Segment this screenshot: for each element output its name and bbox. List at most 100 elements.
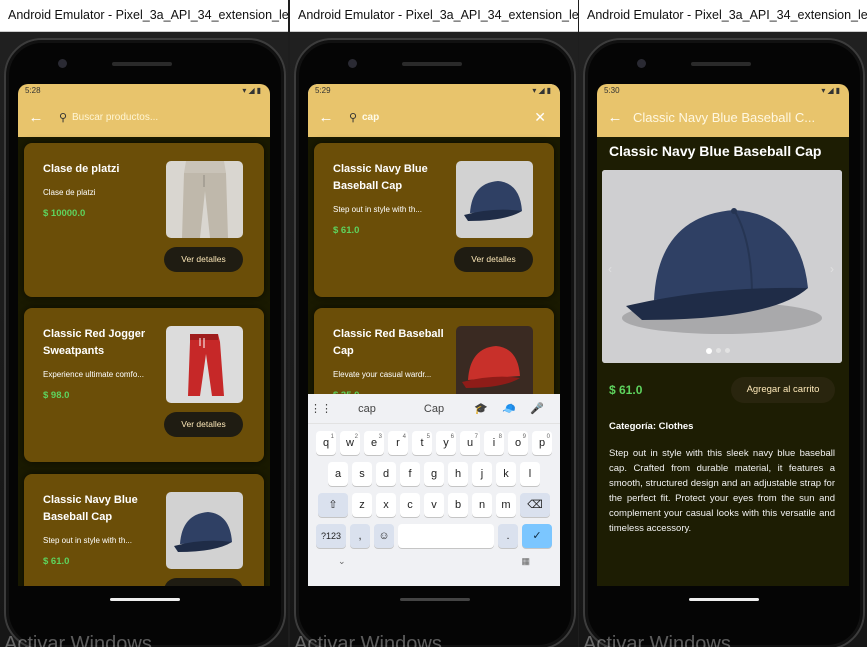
camera-icon: [348, 59, 357, 68]
view-details-button[interactable]: Ver detalles: [454, 247, 533, 272]
search-input[interactable]: Buscar productos...: [72, 112, 158, 123]
key[interactable]: l: [520, 462, 540, 486]
emulator-body: 5:28 ▾◢▮ ← ⚲ Buscar productos... Clase d…: [0, 32, 288, 647]
status-icons: ▾◢▮: [821, 86, 842, 95]
key[interactable]: f: [400, 462, 420, 486]
search-app-bar: ← ⚲ Buscar productos...: [18, 97, 270, 137]
product-image: [166, 326, 243, 403]
carousel-dot-active[interactable]: [706, 348, 712, 354]
key[interactable]: 7u: [460, 431, 480, 455]
product-title: Classic Red Baseball Cap Elevate your ca…: [333, 326, 451, 404]
key[interactable]: 0p: [532, 431, 552, 455]
apps-grid-icon[interactable]: ⋮⋮: [308, 402, 334, 415]
product-image-carousel[interactable]: ‹ ›: [602, 170, 842, 363]
home-indicator[interactable]: [689, 598, 759, 601]
key[interactable]: 9o: [508, 431, 528, 455]
key[interactable]: 6y: [436, 431, 456, 455]
space-key[interactable]: [398, 524, 494, 548]
view-details-button[interactable]: Ver detalles: [164, 412, 243, 437]
key[interactable]: 1q: [316, 431, 336, 455]
keyboard-nav-row: ⌄ ▦: [308, 548, 560, 567]
emoji-key-icon[interactable]: ☺: [374, 524, 394, 548]
key[interactable]: 2w: [340, 431, 360, 455]
key[interactable]: h: [448, 462, 468, 486]
product-detail: Classic Navy Blue Baseball Cap ‹ › $ 61.…: [597, 137, 849, 586]
key[interactable]: b: [448, 493, 468, 517]
period-key[interactable]: .: [498, 524, 518, 548]
back-arrow-icon[interactable]: ←: [597, 109, 633, 126]
key[interactable]: v: [424, 493, 444, 517]
key[interactable]: g: [424, 462, 444, 486]
graduation-cap-emoji-icon[interactable]: 🎓: [468, 402, 494, 415]
cap-emoji-icon[interactable]: 🧢: [494, 402, 524, 415]
suggestion-strip: ⋮⋮ cap Cap 🎓 🧢 🎤: [308, 394, 560, 424]
phone-screen: 5:30 ▾◢▮ ← Classic Navy Blue Baseball C.…: [597, 84, 849, 586]
emulator-body: 5:30 ▾◢▮ ← Classic Navy Blue Baseball C.…: [579, 32, 867, 647]
search-input[interactable]: cap: [362, 112, 379, 123]
carousel-dot[interactable]: [716, 348, 721, 353]
back-arrow-icon[interactable]: ←: [308, 109, 344, 126]
key[interactable]: z: [352, 493, 372, 517]
view-details-button[interactable]: [164, 578, 243, 586]
home-indicator[interactable]: [400, 598, 470, 601]
key[interactable]: n: [472, 493, 492, 517]
home-indicator[interactable]: [110, 598, 180, 601]
product-title: Clase de platzi Clase de platzi $ 10000.…: [43, 161, 161, 222]
status-icons: ▾◢▮: [242, 86, 263, 95]
carousel-dots: [706, 348, 730, 354]
phone-frame: 5:30 ▾◢▮ ← Classic Navy Blue Baseball C.…: [583, 38, 865, 647]
back-arrow-icon[interactable]: ←: [18, 109, 54, 126]
key[interactable]: 3e: [364, 431, 384, 455]
carousel-prev-chevron-icon[interactable]: ‹: [608, 262, 612, 276]
view-details-button[interactable]: Ver detalles: [164, 247, 243, 272]
keyboard-row-1: 1q 2w 3e 4r 5t 6y 7u 8i 9o 0p: [308, 431, 560, 455]
product-card[interactable]: Classic Red Jogger Sweatpants Experience…: [24, 308, 264, 462]
product-card[interactable]: Classic Navy Blue Baseball Cap Step out …: [24, 474, 264, 586]
search-icon: ⚲: [348, 111, 358, 124]
emulator-window-1: Android Emulator - Pixel_3a_API_34_exten…: [0, 0, 288, 647]
key[interactable]: 4r: [388, 431, 408, 455]
symbols-key[interactable]: ?123: [316, 524, 346, 548]
carousel-dot[interactable]: [725, 348, 730, 353]
close-icon[interactable]: ✕: [534, 109, 546, 126]
window-title: Android Emulator - Pixel_3a_API_34_exten…: [0, 0, 288, 32]
product-description: Step out in style with th...: [43, 536, 132, 545]
keyboard-row-4: ?123 , ☺ . ✓: [308, 524, 560, 548]
on-screen-keyboard[interactable]: ⋮⋮ cap Cap 🎓 🧢 🎤 1q 2w 3e 4r 5t 6y 7 u 8…: [308, 394, 560, 586]
keyboard-switch-icon[interactable]: ▦: [521, 556, 530, 567]
camera-icon: [58, 59, 67, 68]
product-list[interactable]: Clase de platzi Clase de platzi $ 10000.…: [18, 137, 270, 586]
product-card[interactable]: Classic Navy Blue Baseball Cap Step out …: [314, 143, 554, 297]
key[interactable]: 5t: [412, 431, 432, 455]
carousel-next-chevron-icon[interactable]: ›: [830, 262, 834, 276]
hide-keyboard-chevron-icon[interactable]: ⌄: [338, 556, 346, 567]
add-to-cart-button[interactable]: Agregar al carrito: [731, 377, 835, 403]
product-price: $ 61.0: [333, 225, 360, 236]
status-time: 5:29: [315, 86, 331, 95]
comma-key[interactable]: ,: [350, 524, 370, 548]
key[interactable]: j: [472, 462, 492, 486]
key[interactable]: 8i: [484, 431, 504, 455]
key[interactable]: d: [376, 462, 396, 486]
shift-key-icon[interactable]: ⇧: [318, 493, 348, 517]
speaker-grille: [112, 62, 172, 66]
activate-windows-watermark: Activar Windows: [4, 633, 152, 647]
keyboard-row-2: a s d f g h j k l: [308, 462, 560, 486]
backspace-key-icon[interactable]: ⌫: [520, 493, 550, 517]
key[interactable]: s: [352, 462, 372, 486]
product-title: Classic Red Jogger Sweatpants Experience…: [43, 326, 161, 404]
phone-frame: 5:29 ▾◢▮ ← ⚲ cap ✕ Classic Navy Blue Bas…: [294, 38, 576, 647]
suggestion-item[interactable]: cap: [334, 403, 400, 415]
microphone-icon[interactable]: 🎤: [524, 402, 550, 415]
key[interactable]: x: [376, 493, 396, 517]
key[interactable]: k: [496, 462, 516, 486]
product-description: Step out in style with th...: [333, 205, 422, 214]
key[interactable]: m: [496, 493, 516, 517]
product-card[interactable]: Clase de platzi Clase de platzi $ 10000.…: [24, 143, 264, 297]
product-image: [456, 326, 533, 403]
enter-key-icon[interactable]: ✓: [522, 524, 552, 548]
search-app-bar: ← ⚲ cap ✕: [308, 97, 560, 137]
suggestion-item[interactable]: Cap: [400, 403, 468, 415]
key[interactable]: a: [328, 462, 348, 486]
key[interactable]: c: [400, 493, 420, 517]
